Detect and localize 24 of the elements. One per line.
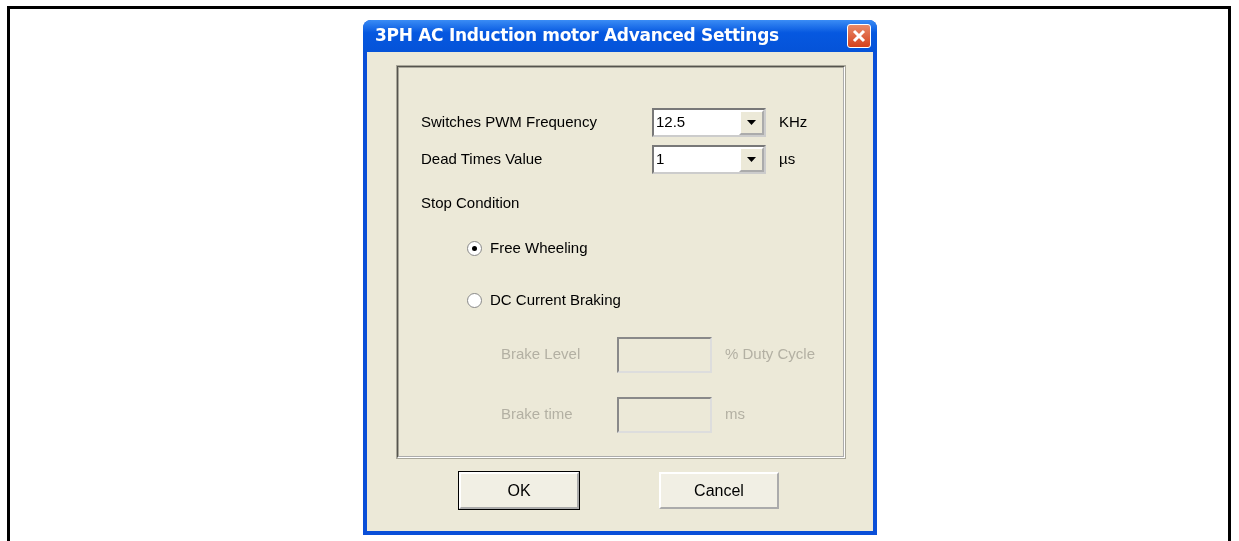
input-field[interactable] bbox=[617, 396, 712, 433]
unit-label: µs bbox=[779, 149, 796, 170]
field-label: Brake time bbox=[501, 404, 574, 425]
dropdown-arrow-icon bbox=[747, 157, 756, 162]
section-label: Stop Condition bbox=[421, 193, 521, 213]
close-button[interactable] bbox=[847, 24, 871, 48]
ok-button[interactable]: OK bbox=[459, 472, 579, 509]
field-label: Brake Level bbox=[501, 344, 582, 365]
unit-label: % Duty Cycle bbox=[725, 344, 816, 365]
cancel-button[interactable]: Cancel bbox=[659, 472, 779, 509]
radio-button[interactable] bbox=[467, 241, 482, 256]
field-label: Switches PWM Frequency bbox=[421, 112, 598, 133]
unit-label: KHz bbox=[779, 112, 808, 133]
close-icon bbox=[852, 29, 866, 43]
radio-label: DC Current Braking bbox=[490, 290, 621, 311]
dropdown-arrow-icon bbox=[747, 120, 756, 125]
radio-label: Free Wheeling bbox=[490, 238, 588, 259]
dropdown-field[interactable]: 12.5 bbox=[652, 108, 766, 137]
input-field[interactable] bbox=[617, 336, 712, 373]
dropdown-field[interactable]: 1 bbox=[652, 145, 766, 174]
radio-button[interactable] bbox=[467, 293, 482, 308]
unit-label: ms bbox=[725, 404, 745, 425]
field-label: Dead Times Value bbox=[421, 149, 544, 170]
window-title: 3PH AC Induction motor Advanced Settings bbox=[375, 24, 779, 48]
